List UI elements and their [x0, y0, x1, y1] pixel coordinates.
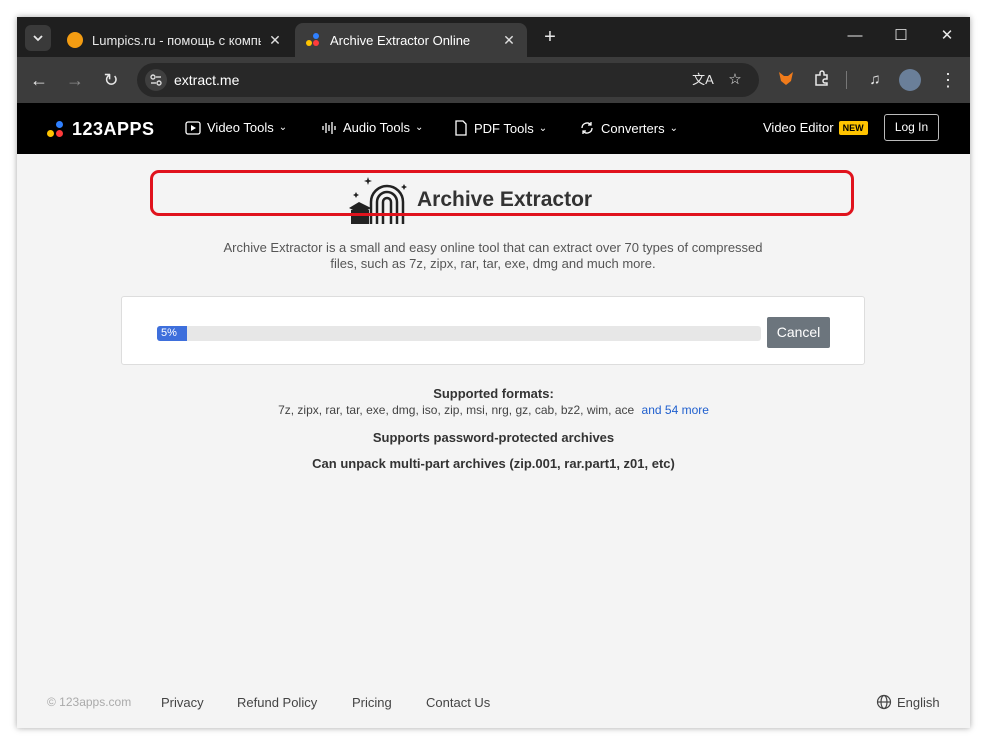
menu-label: Video Tools [207, 120, 274, 135]
toolbar-divider [846, 71, 847, 89]
menu-pdf-tools[interactable]: PDF Tools ⌄ [454, 120, 547, 136]
browser-window: Lumpics.ru - помощь с компьютером ✕ Arch… [17, 17, 970, 728]
menu-more-icon[interactable]: ⋮ [937, 69, 959, 91]
menu-audio-tools[interactable]: Audio Tools ⌄ [321, 120, 423, 135]
bookmark-star-icon[interactable]: ☆ [724, 69, 746, 91]
reload-icon[interactable]: ↻ [97, 67, 125, 93]
close-icon[interactable]: ✕ [267, 32, 283, 49]
chevron-down-icon: ⌄ [669, 122, 678, 134]
tab-lumpics[interactable]: Lumpics.ru - помощь с компьютером ✕ [57, 23, 293, 57]
convert-icon [581, 122, 593, 134]
site-footer: © 123apps.com Privacy Refund Policy Pric… [17, 684, 970, 728]
footer-link-refund-policy[interactable]: Refund Policy [237, 695, 317, 710]
123apps-favicon-icon [305, 32, 321, 48]
globe-icon [876, 694, 892, 710]
progress-bar: 5% [157, 326, 761, 341]
copyright: © 123apps.com [47, 695, 132, 709]
chevron-down-icon: ⌄ [538, 122, 548, 134]
menu-converters[interactable]: Converters ⌄ [579, 120, 678, 136]
logo-dots-icon [47, 120, 67, 139]
minimize-icon[interactable]: — [832, 25, 878, 49]
menu-label: Audio Tools [343, 120, 410, 135]
translate-icon[interactable]: 文A [692, 69, 714, 91]
formats-title: Supported formats: [433, 386, 554, 401]
profile-avatar[interactable] [899, 69, 921, 91]
chevron-down-icon: ⌄ [414, 122, 424, 133]
cancel-button[interactable]: Cancel [767, 317, 830, 348]
language-label: English [897, 694, 940, 710]
lumpics-favicon-icon [67, 32, 83, 48]
menu-video-tools[interactable]: Video Tools ⌄ [185, 120, 287, 135]
site-header: 123APPS Video Tools ⌄ Audio Tools ⌄ PDF … [17, 103, 970, 154]
language-selector[interactable]: English [876, 694, 940, 710]
browser-toolbar: ← → ↻ extract.me 文A ☆ ♫ ⋮ [17, 57, 970, 103]
video-editor-link[interactable]: Video Editor NEW [763, 120, 868, 135]
footer-link-privacy[interactable]: Privacy [161, 695, 204, 710]
extensions-puzzle-icon[interactable] [811, 69, 833, 91]
formats-list: 7z, zipx, rar, tar, exe, dmg, iso, zip, … [17, 403, 970, 417]
close-icon[interactable]: ✕ [501, 32, 517, 49]
new-tab-button[interactable]: + [537, 25, 563, 51]
footer-link-pricing[interactable]: Pricing [352, 695, 392, 710]
chevron-down-icon [33, 35, 43, 42]
forward-icon[interactable]: → [61, 67, 89, 93]
waveform-icon [322, 121, 336, 134]
menu-label: PDF Tools [474, 120, 534, 136]
menu-label: Converters [601, 120, 665, 136]
progress-label: 5% [161, 327, 177, 339]
highlight-annotation [150, 170, 854, 216]
main-content: Archive Extractor Archive Extractor is a… [17, 154, 970, 684]
chevron-down-icon: ⌄ [278, 122, 288, 133]
tab-archive-extractor[interactable]: Archive Extractor Online ✕ [295, 23, 527, 57]
maximize-icon[interactable]: ☐ [878, 25, 924, 49]
play-icon [185, 120, 201, 135]
site-logo[interactable]: 123APPS [47, 119, 155, 140]
more-formats-link[interactable]: and 54 more [642, 403, 709, 417]
login-button[interactable]: Log In [884, 114, 939, 141]
page-description: Archive Extractor is a small and easy on… [223, 240, 763, 271]
video-editor-label: Video Editor [763, 120, 834, 135]
tab-title: Lumpics.ru - помощь с компьютером [92, 32, 261, 48]
feature-multipart: Can unpack multi-part archives (zip.001,… [312, 456, 675, 471]
extension-fox-icon[interactable] [775, 69, 797, 91]
site-info-icon[interactable] [145, 69, 167, 91]
formats-list-text: 7z, zipx, rar, tar, exe, dmg, iso, zip, … [278, 403, 635, 417]
footer-link-contact-us[interactable]: Contact Us [426, 695, 490, 710]
tab-search-button[interactable] [25, 25, 51, 51]
tab-strip: Lumpics.ru - помощь с компьютером ✕ Arch… [17, 17, 970, 57]
tab-title: Archive Extractor Online [330, 32, 471, 48]
close-window-icon[interactable]: ✕ [924, 25, 970, 49]
new-badge: NEW [838, 120, 868, 135]
url-text: extract.me [174, 72, 240, 88]
progress-panel: 5% Cancel [121, 296, 865, 365]
address-bar[interactable]: extract.me 文A ☆ [137, 63, 759, 97]
media-control-icon[interactable]: ♫ [864, 69, 886, 91]
document-icon [455, 120, 467, 136]
feature-password: Supports password-protected archives [372, 430, 615, 445]
logo-text: 123APPS [72, 119, 155, 139]
back-icon[interactable]: ← [25, 67, 53, 93]
progress-fill: 5% [157, 326, 188, 341]
